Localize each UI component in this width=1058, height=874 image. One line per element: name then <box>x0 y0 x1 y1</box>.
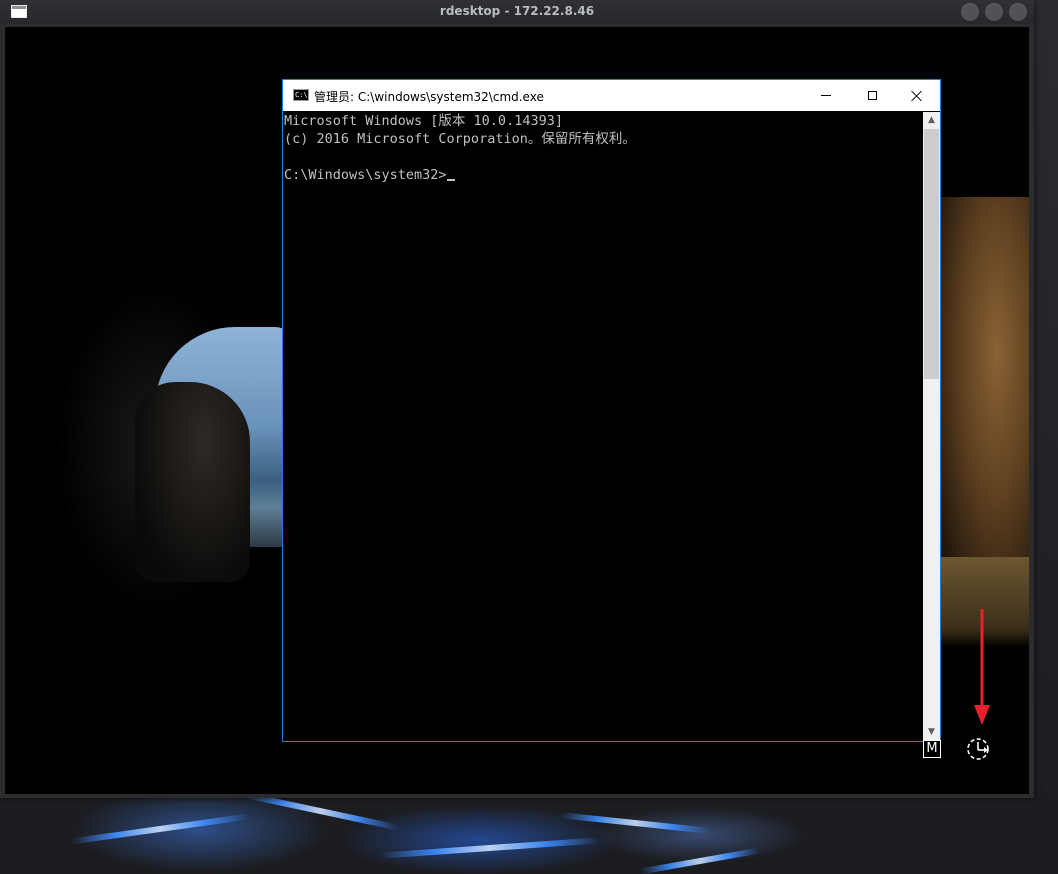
console-line: (c) 2016 Microsoft Corporation。保留所有权利。 <box>284 131 636 147</box>
red-annotation-arrow <box>974 609 990 725</box>
cmd-minimize-button[interactable] <box>803 80 849 111</box>
rdesktop-maximize-button[interactable] <box>985 3 1003 21</box>
scroll-up-arrow-icon[interactable]: ▲ <box>923 112 940 129</box>
console-prompt: C:\Windows\system32> <box>284 167 447 183</box>
rdesktop-window[interactable]: rdesktop - 172.22.8.46 C:\ 管理员: C:\windo… <box>0 0 1034 798</box>
cmd-titlebar[interactable]: C:\ 管理员: C:\windows\system32\cmd.exe <box>283 80 940 111</box>
cmd-app-icon[interactable]: C:\ <box>293 89 309 101</box>
minimize-icon <box>821 95 831 96</box>
rdesktop-title: rdesktop - 172.22.8.46 <box>439 4 595 18</box>
lockscreen-rock <box>135 382 250 582</box>
wallpaper-blue-streak <box>380 837 600 859</box>
rdesktop-titlebar[interactable]: rdesktop - 172.22.8.46 <box>0 0 1034 24</box>
wallpaper-blue-streak <box>560 812 710 834</box>
close-icon <box>911 90 923 102</box>
rdesktop-close-button[interactable] <box>1009 3 1027 21</box>
ease-of-access-icon[interactable] <box>965 736 991 762</box>
console-scrollbar[interactable]: ▲ ▼ <box>923 112 940 741</box>
cmd-close-button[interactable] <box>894 80 940 111</box>
scrollbar-thumb[interactable] <box>924 129 939 379</box>
cmd-maximize-button[interactable] <box>849 80 895 111</box>
rdesktop-minimize-button[interactable] <box>961 3 979 21</box>
cmd-title: 管理员: C:\windows\system32\cmd.exe <box>314 90 544 104</box>
text-cursor <box>446 179 455 181</box>
remote-desktop-viewport[interactable]: C:\ 管理员: C:\windows\system32\cmd.exe Mic… <box>5 27 1029 794</box>
ime-indicator[interactable]: M <box>923 740 941 758</box>
wallpaper-blue-streak <box>70 813 250 845</box>
console-output[interactable]: Microsoft Windows [版本 10.0.14393] (c) 201… <box>284 112 922 741</box>
cmd-window[interactable]: C:\ 管理员: C:\windows\system32\cmd.exe Mic… <box>282 79 941 742</box>
maximize-icon <box>867 91 877 100</box>
lockscreen-cliff <box>940 197 1029 587</box>
console-line: Microsoft Windows [版本 10.0.14393] <box>284 113 563 129</box>
wallpaper-blue-streak <box>640 847 760 874</box>
scroll-down-arrow-icon[interactable]: ▼ <box>923 724 940 741</box>
console-prompt-line[interactable]: C:\Windows\system32> <box>284 166 922 184</box>
